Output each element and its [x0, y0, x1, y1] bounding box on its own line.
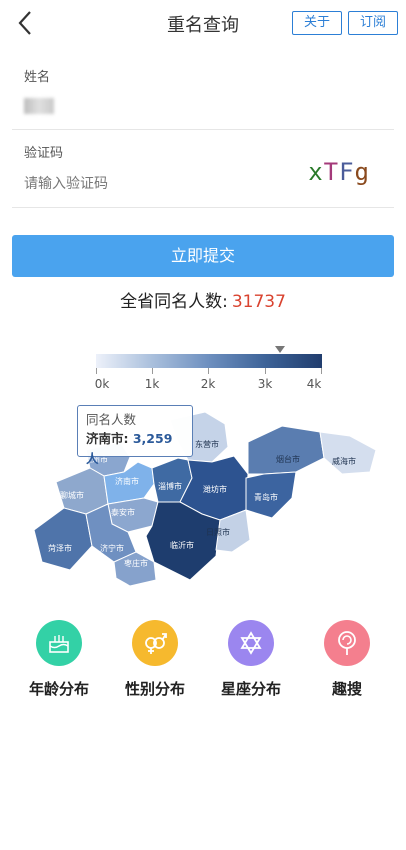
map-tooltip: 同名人数 济南市: 3,259人 [77, 405, 193, 466]
star-of-david-icon [228, 620, 274, 666]
shortcut-label: 性别分布 [124, 680, 185, 698]
map-label-zibo: 淄博市 [158, 481, 182, 491]
legend-marker[interactable] [275, 346, 285, 353]
shortcut-label: 星座分布 [220, 680, 281, 698]
map-label-weifang: 潍坊市 [203, 484, 227, 494]
captcha-char: g [354, 158, 370, 186]
legend-tick [208, 368, 209, 374]
header-bar: 重名查询 关于 订阅 [0, 0, 406, 46]
shortcut-label: 趣搜 [331, 680, 362, 698]
submit-button[interactable]: 立即提交 [12, 235, 394, 277]
tooltip-title: 同名人数 [86, 412, 137, 427]
map-label-liaocheng: 聊城市 [60, 490, 84, 500]
legend-gradient-bar [96, 354, 322, 368]
shortcut-age-distribution[interactable]: 年龄分布 [14, 620, 104, 699]
result-label: 全省同名人数: [120, 292, 228, 312]
captcha-char: F [339, 158, 355, 186]
shortcut-gender-distribution[interactable]: 性别分布 [110, 620, 200, 699]
lollipop-icon [324, 620, 370, 666]
shandong-map: 德州市 东营市 烟台市 威海市 济南市 淄博市 潍坊市 青岛市 聊城市 泰安市 … [33, 411, 377, 587]
color-legend: 0k 1k 2k 3k 4k [94, 346, 322, 396]
result-number: 31737 [231, 292, 286, 312]
captcha-field-row: 验证码 xTFg [12, 138, 394, 208]
page-title: 重名查询 [167, 15, 239, 36]
shortcut-grid: 年龄分布 性别分布 星座分布 趣搜 [0, 620, 406, 710]
name-input-blurred[interactable] [24, 98, 54, 114]
map-label-jining: 济宁市 [100, 543, 124, 553]
shortcut-fun-search[interactable]: 趣搜 [302, 620, 392, 699]
region-weihai[interactable] [319, 431, 377, 475]
captcha-char: T [323, 158, 340, 186]
region-heze[interactable] [33, 507, 93, 571]
legend-tick-label: 1k [144, 377, 160, 391]
map-label-taian: 泰安市 [111, 507, 135, 517]
region-yantai[interactable] [247, 425, 325, 475]
legend-tick-label: 0k [94, 377, 110, 391]
legend-tick-label: 3k [257, 377, 273, 391]
name-label: 姓名 [24, 70, 51, 85]
map-label-yantai: 烟台市 [276, 454, 300, 464]
shortcut-label: 年龄分布 [28, 680, 89, 698]
name-field-row: 姓名 [12, 62, 394, 130]
gender-icon [132, 620, 178, 666]
captcha-image[interactable]: xTFg [308, 158, 370, 186]
result-count: 全省同名人数: 31737 [0, 287, 406, 312]
map-label-linyi: 临沂市 [170, 540, 194, 550]
captcha-input[interactable] [24, 172, 284, 196]
legend-tick-label: 2k [200, 377, 216, 391]
legend-tick [96, 368, 97, 374]
legend-tick [265, 368, 266, 374]
map-label-heze: 菏泽市 [48, 543, 72, 553]
tooltip-content: 济南市: 3,259人 [86, 429, 184, 469]
cake-icon [36, 620, 82, 666]
map-label-qingdao: 青岛市 [254, 492, 278, 502]
map-label-zaozhuang: 枣庄市 [124, 558, 148, 568]
map-label-dongying: 东营市 [195, 439, 219, 449]
tooltip-city: 济南市: [86, 431, 129, 446]
captcha-char: x [308, 158, 324, 186]
captcha-label: 验证码 [24, 146, 64, 161]
map-label-rizhao: 日照市 [206, 527, 230, 537]
subscribe-button[interactable]: 订阅 [348, 11, 398, 35]
shortcut-constellation-distribution[interactable]: 星座分布 [206, 620, 296, 699]
legend-tick [152, 368, 153, 374]
map-label-jinan: 济南市 [115, 476, 139, 486]
legend-tick [321, 368, 322, 374]
map-label-weihai: 威海市 [332, 456, 356, 466]
legend-tick-label: 4k [306, 377, 322, 391]
about-button[interactable]: 关于 [292, 11, 342, 35]
